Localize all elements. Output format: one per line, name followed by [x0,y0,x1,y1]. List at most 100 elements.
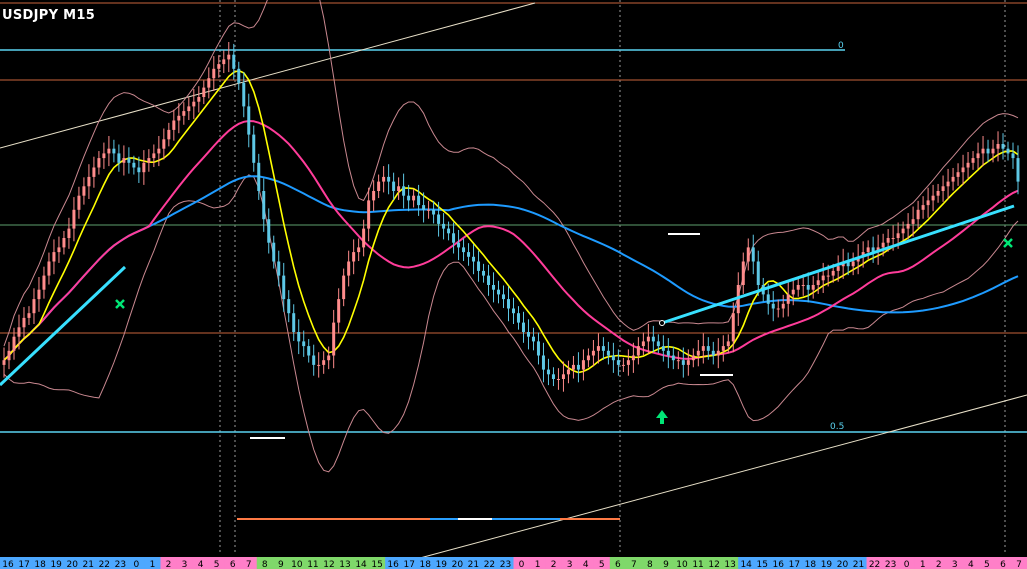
candle-body [816,280,820,285]
candle-body [746,247,750,262]
axis-hour-label: 1 [535,560,541,569]
fib-label-0.5: 0.5 [830,422,844,432]
candle-body [586,355,590,361]
axis-hour-label: 18 [805,560,817,569]
axis-hour-label: 15 [757,560,768,569]
candle-body [12,336,16,351]
candle-body [961,167,965,173]
candle-body [112,148,116,154]
candle-body [706,346,710,351]
candle-body [906,223,910,229]
candle-body [347,261,351,276]
candle-body [157,148,161,154]
candle-body [462,247,466,253]
axis-hour-label: 14 [740,560,752,569]
candle-body [382,176,386,182]
symbol-title: USDJPY M15 [2,8,96,23]
candle-body [641,341,645,347]
candle-body [806,285,810,290]
candle-body [272,242,276,262]
axis-hour-label: 4 [198,560,204,569]
candle-body [107,148,111,154]
candle-body [911,219,915,224]
candle-body [606,350,610,356]
candle-body [332,322,336,356]
fib-label-0: 0 [838,41,844,51]
axis-hour-label: 23 [885,560,896,569]
axis-hour-label: 22 [99,560,110,569]
axis-hour-label: 21 [468,560,479,569]
candle-body [187,106,191,112]
candle-body [217,64,221,69]
candle-body [681,360,685,365]
axis-hour-label: 23 [115,560,126,569]
candle-body [1006,148,1010,154]
candle-body [307,346,311,356]
candle-body [776,308,780,310]
candle-body [427,209,431,211]
candle-body [901,228,905,234]
time-axis: 16 17 18 19 20 21 22 23 0 1 2 3 4 5 6 7 8 9 10 11 12 13 14 15 16… [0,557,1027,569]
candle-body [546,369,550,375]
candle-body [711,350,715,356]
axis-hour-label: 3 [952,560,958,569]
candle-body [1016,158,1020,182]
candle-body [531,336,535,342]
axis-hour-label: 11 [307,560,318,569]
candle-body [17,327,21,337]
candle-body [661,346,665,351]
candle-body [372,191,376,201]
candle-body [671,355,675,361]
axis-hour-label: 16 [2,560,14,569]
candle-body [741,261,745,285]
candle-body [132,162,136,168]
candle-body [796,285,800,290]
candle-body [991,148,995,154]
candle-body [337,299,341,323]
candle-body [497,289,501,295]
axis-hour-label: 5 [984,560,990,569]
candle-body [686,360,690,365]
candle-body [516,313,520,323]
axis-hour-label: 16 [387,560,399,569]
candle-body [22,317,26,328]
axis-hour-label: 22 [484,560,495,569]
candle-body [322,360,326,365]
candle-body [72,209,76,229]
axis-hour-label: 5 [214,560,220,569]
candle-body [167,129,171,140]
candle-body [82,186,86,196]
candle-body [666,350,670,356]
price-chart[interactable]: 0 0.5 16 17 18 19 20 21 22 23 0 1 2 3 4 5 6 7 8 9 10 11 12 13… [0,0,1027,569]
candle-body [437,214,441,224]
candle-body [452,233,456,243]
axis-hour-label: 18 [34,560,46,569]
candle-body [202,87,206,97]
axis-hour-label: 0 [519,560,525,569]
candle-body [192,101,196,107]
axis-hour-label: 7 [246,560,252,569]
candle-body [357,247,361,253]
candle-body [502,294,506,300]
candle-body [387,176,391,182]
candle-body [621,364,625,366]
candle-body [342,275,346,300]
axis-hour-label: 17 [18,560,29,569]
candle-body [551,374,555,379]
candle-body [507,299,511,309]
candle-body [162,139,166,149]
candle-body [442,223,446,229]
candle-body [67,228,71,238]
axis-hour-label: 3 [567,560,573,569]
axis-hour-label: 15 [371,560,382,569]
candle-body [786,294,790,304]
axis-hour-label: 19 [821,560,833,569]
candle-body [282,275,286,300]
candle-body [636,346,640,356]
axis-hour-label: 2 [166,560,172,569]
chart-background [0,0,1027,569]
candle-body [851,261,855,267]
candle-body [676,360,680,362]
candle-body [821,275,825,281]
axis-hour-label: 20 [452,560,464,569]
